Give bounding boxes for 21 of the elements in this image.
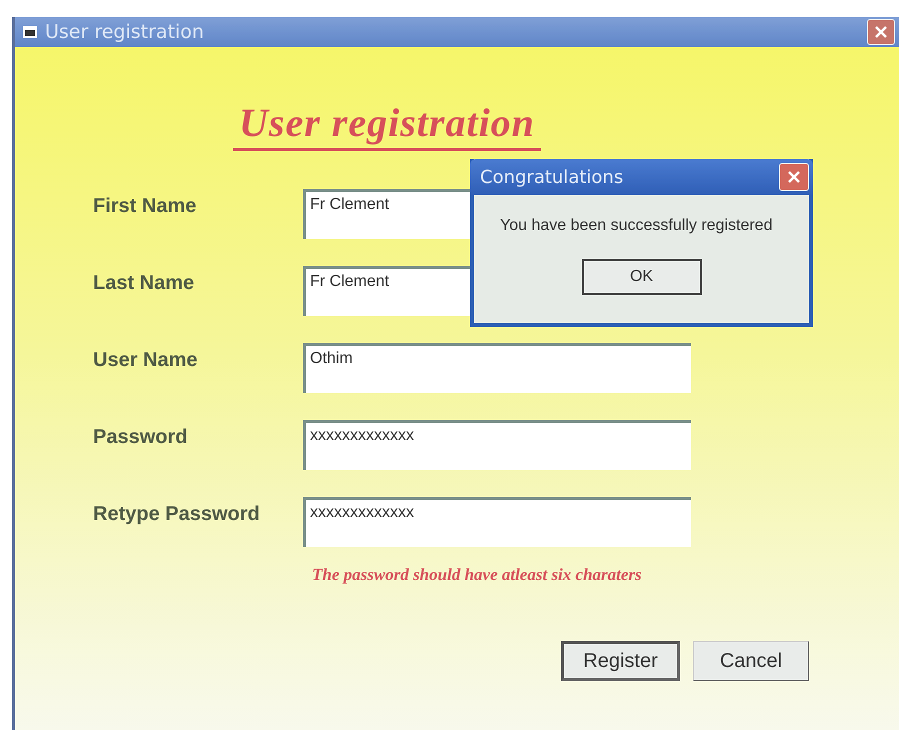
input-field[interactable]: xxxxxxxxxxxxx xyxy=(303,497,691,547)
close-button[interactable] xyxy=(779,163,809,191)
cancel-button[interactable]: Cancel xyxy=(693,641,809,681)
dialog-title: Congratulations xyxy=(480,166,624,188)
field-label: Retype Password xyxy=(93,502,261,527)
window-icon xyxy=(23,26,37,38)
close-button[interactable] xyxy=(867,19,895,45)
ok-button[interactable]: OK xyxy=(582,259,702,295)
form-heading: User registration xyxy=(233,99,541,151)
window-title: User registration xyxy=(45,21,205,43)
register-button[interactable]: Register xyxy=(561,641,680,681)
close-icon xyxy=(873,24,889,40)
field-label: Password xyxy=(93,425,188,450)
field-label: Last Name xyxy=(93,271,196,296)
input-field[interactable]: xxxxxxxxxxxxx xyxy=(303,420,691,470)
password-hint: The password should have atleast six charaters xyxy=(312,565,643,585)
field-label: First Name xyxy=(93,194,198,219)
field-label: User Name xyxy=(93,348,199,373)
input-field[interactable]: Othim xyxy=(303,343,691,393)
dialog-message: You have been successfully registered xyxy=(500,217,774,235)
close-icon xyxy=(786,169,802,185)
